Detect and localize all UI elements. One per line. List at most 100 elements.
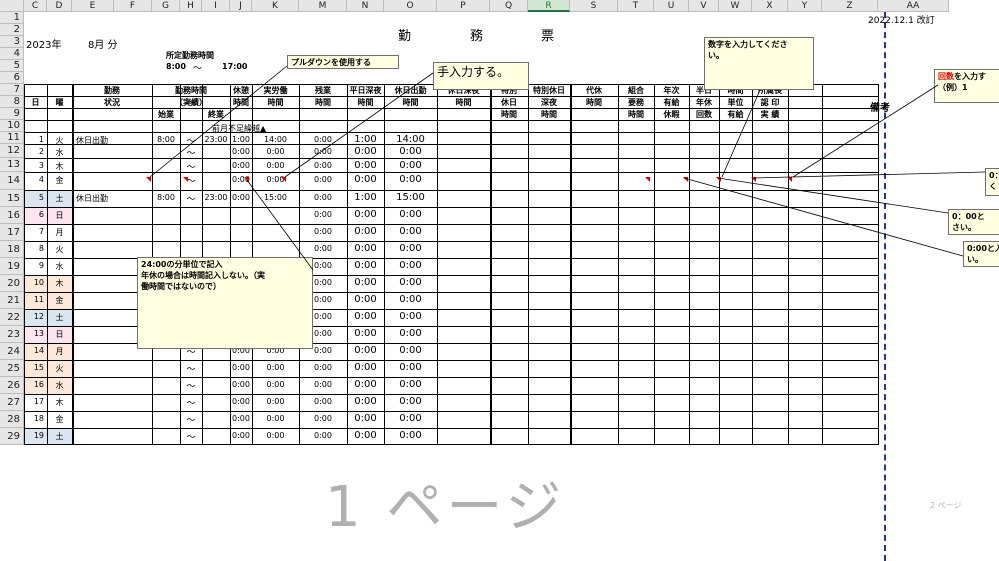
rest-time[interactable]: 1:00 xyxy=(230,135,252,144)
tilde: 〜 xyxy=(186,149,196,159)
row-header-28[interactable]: 28 xyxy=(0,411,24,428)
row-header-25[interactable]: 25 xyxy=(0,360,24,377)
day-number: 7 xyxy=(38,227,44,236)
column-header-t[interactable]: T xyxy=(618,0,654,12)
year-label[interactable]: 2023年 xyxy=(26,36,61,51)
row-header-5[interactable]: 5 xyxy=(0,60,24,72)
column-header-h[interactable]: H xyxy=(180,0,202,12)
row-header-19[interactable]: 19 xyxy=(0,258,24,275)
row-header-11[interactable]: 11 xyxy=(0,132,24,144)
row-header-27[interactable]: 27 xyxy=(0,394,24,411)
rest-time[interactable]: 0:00 xyxy=(230,363,252,372)
row-header-24[interactable]: 24 xyxy=(0,343,24,360)
holiday-work: 0:00 xyxy=(399,174,422,185)
rest-time[interactable]: 0:00 xyxy=(230,380,252,389)
spreadsheet[interactable]: C D E F G H I J K M N O P Q R S T U V W X Y Z AA 1 2 3 4 5 6 7 8 9 10 11 12… xyxy=(0,0,999,561)
column-header-j[interactable]: J xyxy=(230,0,252,12)
column-header-p[interactable]: P xyxy=(437,0,490,12)
actual-time: 0:00 xyxy=(266,380,285,389)
header-special: 休日 xyxy=(501,98,517,107)
column-header-i[interactable]: I xyxy=(202,0,230,12)
row-header-3[interactable]: 3 xyxy=(0,36,24,48)
grid-col-line xyxy=(752,84,753,445)
row-header-16[interactable]: 16 xyxy=(0,207,24,224)
row-header-1[interactable]: 1 xyxy=(0,12,24,24)
column-header-w[interactable]: W xyxy=(719,0,752,12)
overtime: 0:00 xyxy=(314,147,332,156)
header-hourly: 単位 xyxy=(727,98,744,107)
day-of-week: 金 xyxy=(55,415,64,424)
header-rest: 時間 xyxy=(233,98,249,107)
start-time[interactable]: 8:00 xyxy=(152,193,180,202)
row-header-14[interactable]: 14 xyxy=(0,172,24,190)
day-of-week: 金 xyxy=(55,176,64,185)
row-header-13[interactable]: 13 xyxy=(0,158,24,172)
weekday-late: 0:00 xyxy=(354,311,377,322)
column-header-n[interactable]: N xyxy=(347,0,384,12)
column-header-c[interactable]: C xyxy=(24,0,47,12)
column-header-z[interactable]: Z xyxy=(822,0,878,12)
rest-time[interactable]: 0:00 xyxy=(230,431,252,440)
row-header-20[interactable]: 20 xyxy=(0,275,24,292)
day-number: 10 xyxy=(33,278,44,287)
row-header-8[interactable]: 8 xyxy=(0,96,24,108)
column-header-m[interactable]: M xyxy=(299,0,347,12)
actual-time: 0:00 xyxy=(266,414,285,423)
rest-time[interactable]: 0:00 xyxy=(230,161,252,170)
column-header-v[interactable]: V xyxy=(689,0,719,12)
column-header-g[interactable]: G xyxy=(152,0,180,12)
tilde: 〜 xyxy=(186,399,196,409)
row-header-7[interactable]: 7 xyxy=(0,84,24,96)
weekday-late: 0:00 xyxy=(354,226,377,237)
scheduled-tilde: 〜 xyxy=(193,64,203,74)
comment-count-input: 回数を入力す （例）1 xyxy=(934,69,999,103)
end-time[interactable]: 23:00 xyxy=(202,135,230,144)
row-header-22[interactable]: 22 xyxy=(0,309,24,326)
row-header-10[interactable]: 10 xyxy=(0,120,24,132)
row-header-15[interactable]: 15 xyxy=(0,190,24,207)
work-kind[interactable]: 休日出勤 xyxy=(76,193,108,204)
column-header-d[interactable]: D xyxy=(47,0,72,12)
work-kind[interactable]: 休日出勤 xyxy=(76,135,108,146)
start-time[interactable]: 8:00 xyxy=(152,135,180,144)
column-header-r[interactable]: R xyxy=(528,0,570,12)
rest-time[interactable]: 0:00 xyxy=(230,397,252,406)
rest-time[interactable]: 0:00 xyxy=(230,193,252,202)
row-header-17[interactable]: 17 xyxy=(0,224,24,241)
end-time[interactable]: 23:00 xyxy=(202,193,230,202)
column-header-y[interactable]: Y xyxy=(788,0,822,12)
comment-indicator xyxy=(244,177,249,182)
holiday-work: 0:00 xyxy=(399,362,422,373)
column-header-o[interactable]: O xyxy=(384,0,437,12)
column-header-s[interactable]: S xyxy=(570,0,618,12)
holiday-work: 0:00 xyxy=(399,345,422,356)
row-header-26[interactable]: 26 xyxy=(0,377,24,394)
row-header-6[interactable]: 6 xyxy=(0,72,24,84)
overtime: 0:00 xyxy=(314,414,332,423)
select-all-corner[interactable] xyxy=(0,0,24,12)
column-header-q[interactable]: Q xyxy=(490,0,528,12)
row-header-9[interactable]: 9 xyxy=(0,108,24,120)
column-header-u[interactable]: U xyxy=(654,0,689,12)
row-header-4[interactable]: 4 xyxy=(0,48,24,60)
header-annual: 年次 xyxy=(663,86,680,95)
tilde: 〜 xyxy=(186,433,196,443)
rest-time[interactable]: 0:00 xyxy=(230,414,252,423)
row-header-29[interactable]: 29 xyxy=(0,428,24,445)
holiday-work: 0:00 xyxy=(399,277,422,288)
row-header-18[interactable]: 18 xyxy=(0,241,24,258)
column-header-x[interactable]: X xyxy=(752,0,788,12)
rest-time[interactable]: 0:00 xyxy=(230,147,252,156)
row-header-2[interactable]: 2 xyxy=(0,24,24,36)
column-header-k[interactable]: K xyxy=(252,0,299,12)
tilde: 〜 xyxy=(186,195,196,205)
row-header-21[interactable]: 21 xyxy=(0,292,24,309)
column-header-f[interactable]: F xyxy=(114,0,152,12)
row-header-23[interactable]: 23 xyxy=(0,326,24,343)
row-header-12[interactable]: 12 xyxy=(0,144,24,158)
holiday-work: 0:00 xyxy=(399,209,422,220)
day-number: 3 xyxy=(38,161,44,170)
column-header-aa[interactable]: AA xyxy=(878,0,949,12)
column-header-e[interactable]: E xyxy=(72,0,114,12)
month-label[interactable]: 8月 分 xyxy=(88,36,118,51)
